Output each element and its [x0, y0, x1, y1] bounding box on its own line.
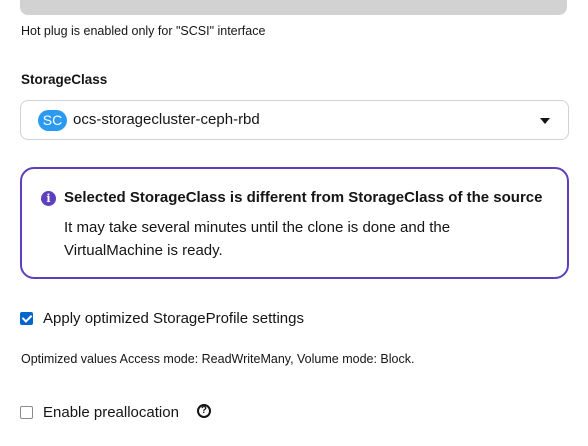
storage-class-info-alert: i Selected StorageClass is different fro… [20, 167, 569, 279]
optimized-values-note: Optimized values Access mode: ReadWriteM… [21, 352, 415, 366]
caret-down-icon [540, 118, 550, 124]
storage-class-label: StorageClass [21, 72, 108, 87]
interface-select: virtio [20, 0, 567, 15]
storage-class-value: ocs-storagecluster-ceph-rbd [73, 111, 260, 128]
disk-form: virtio Hot plug is enabled only for "SCS… [0, 0, 588, 446]
interface-select-value: virtio [39, 0, 71, 3]
preallocation-option[interactable]: Enable preallocation ? [20, 403, 211, 421]
preallocation-label[interactable]: Enable preallocation [43, 404, 179, 421]
storage-class-badge: SC [38, 110, 67, 131]
storage-class-select[interactable]: SC ocs-storagecluster-ceph-rbd [20, 100, 569, 140]
alert-title: Selected StorageClass is different from … [64, 189, 543, 206]
alert-body: It may take several minutes until the cl… [64, 219, 451, 259]
storage-profile-checkbox[interactable] [20, 312, 33, 325]
info-circle-icon: i [41, 191, 56, 206]
question-circle-icon[interactable]: ? [196, 403, 211, 418]
preallocation-checkbox[interactable] [20, 406, 33, 419]
storage-profile-label[interactable]: Apply optimized StorageProfile settings [43, 310, 304, 327]
hot-plug-helper-text: Hot plug is enabled only for "SCSI" inte… [21, 24, 266, 38]
storage-profile-option[interactable]: Apply optimized StorageProfile settings [20, 310, 304, 327]
